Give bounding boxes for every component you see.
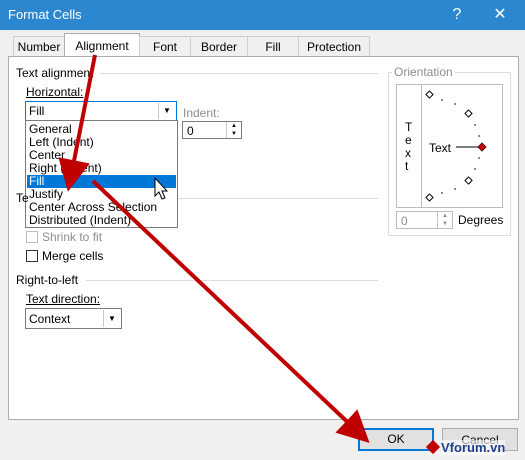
vertical-text-box[interactable]: T e x t — [396, 84, 422, 208]
orientation-text-label: Text — [429, 141, 452, 155]
vertical-text-t2: t — [405, 159, 409, 173]
title-bar: Format Cells ? ✕ — [0, 0, 525, 30]
text-direction-select[interactable]: Context ▼ — [25, 308, 122, 329]
tab-font[interactable]: Font — [139, 36, 191, 57]
horizontal-select[interactable]: Fill ▼ — [25, 101, 177, 121]
divider — [86, 280, 378, 281]
horizontal-options-list[interactable]: General Left (Indent) Center Right (Inde… — [25, 120, 178, 228]
text-direction-value: Context — [29, 312, 71, 326]
list-item-distributed-indent[interactable]: Distributed (Indent) — [27, 214, 176, 227]
horizontal-label: Horizontal: — [26, 85, 84, 99]
window-title: Format Cells — [8, 7, 82, 22]
indent-label: Indent: — [183, 106, 220, 120]
tab-number[interactable]: Number — [13, 36, 65, 57]
tab-alignment[interactable]: Alignment — [64, 33, 140, 58]
divider — [100, 73, 378, 74]
spin-down-icon[interactable]: ▼ — [437, 220, 452, 228]
indent-value: 0 — [187, 124, 194, 138]
degrees-stepper[interactable]: 0 ▲ ▼ — [396, 211, 453, 229]
chevron-down-icon[interactable]: ▼ — [158, 103, 175, 119]
question-mark-icon[interactable]: ? — [447, 5, 467, 25]
degrees-label: Degrees — [458, 213, 504, 227]
divider — [178, 198, 378, 199]
ok-button[interactable]: OK — [358, 428, 434, 451]
spin-up-icon[interactable]: ▲ — [437, 212, 452, 220]
tab-fill[interactable]: Fill — [247, 36, 299, 57]
spin-down-icon[interactable]: ▼ — [226, 130, 241, 138]
text-direction-label: Text direction: — [26, 292, 101, 306]
orientation-dial[interactable]: Text — [421, 84, 503, 208]
orientation-label: Orientation — [392, 65, 455, 79]
tab-protection[interactable]: Protection — [298, 36, 370, 57]
text-alignment-label: Text alignment — [16, 66, 94, 80]
spin-up-icon[interactable]: ▲ — [226, 122, 241, 130]
horizontal-select-value: Fill — [29, 104, 45, 118]
right-to-left-label: Right-to-left — [16, 273, 79, 287]
chevron-down-icon[interactable]: ▼ — [103, 310, 120, 327]
degrees-value: 0 — [401, 214, 408, 228]
indent-stepper[interactable]: 0 ▲ ▼ — [182, 121, 242, 139]
tab-border[interactable]: Border — [190, 36, 248, 57]
watermark-text: Vforum.vn — [441, 440, 506, 455]
text-control-label-partial: Te — [16, 191, 29, 205]
list-item-right-indent[interactable]: Right (Indent) — [27, 162, 176, 175]
close-icon[interactable]: ✕ — [490, 5, 510, 25]
merge-cells-checkbox[interactable] — [26, 250, 38, 262]
shrink-to-fit-checkbox[interactable] — [26, 231, 38, 243]
shrink-to-fit-label: Shrink to fit — [42, 230, 103, 244]
merge-cells-label: Merge cells — [42, 249, 104, 263]
